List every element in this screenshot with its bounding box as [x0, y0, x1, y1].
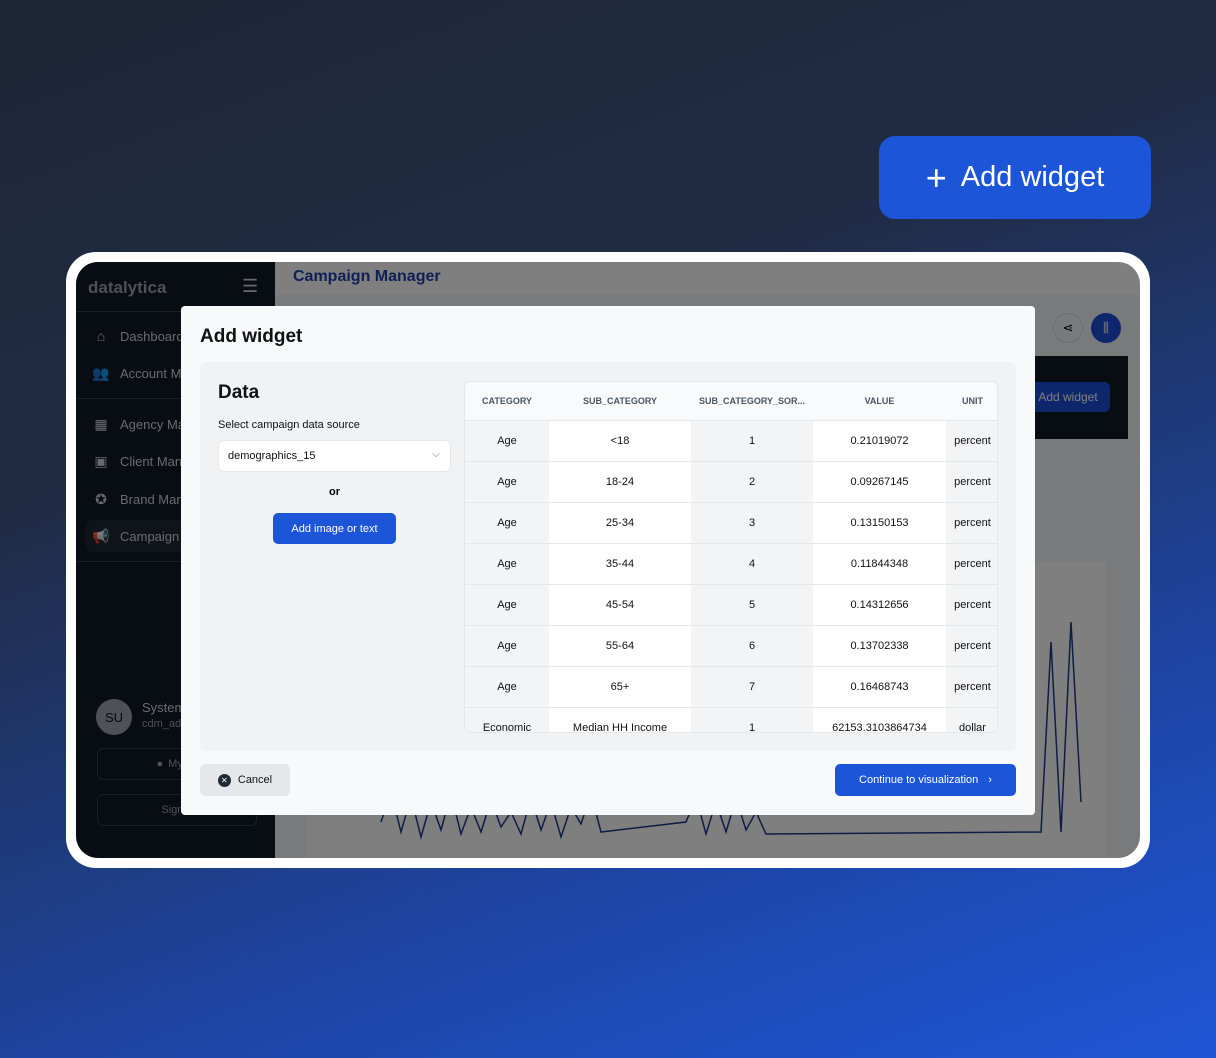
table-cell: dollar	[946, 707, 997, 732]
table-row: Age 45-54 5 0.14312656 percent	[465, 584, 997, 626]
table-cell: <18	[549, 420, 691, 462]
table-cell: 0.13150153	[813, 502, 946, 544]
table-cell: percent	[946, 420, 997, 462]
hero-add-widget-button[interactable]: + Add widget	[879, 136, 1151, 219]
chevron-right-icon: ›	[988, 774, 992, 786]
table-cell: 65+	[549, 666, 691, 708]
table-cell: 4	[691, 543, 813, 585]
cancel-button[interactable]: ✕ Cancel	[200, 764, 290, 796]
table-cell: 6	[691, 625, 813, 667]
table-row: Age 55-64 6 0.13702338 percent	[465, 625, 997, 667]
table-row: Age 65+ 7 0.16468743 percent	[465, 666, 997, 708]
table-cell: 0.09267145	[813, 461, 946, 503]
table-cell: 0.21019072	[813, 420, 946, 462]
chevron-down-icon: ⌵	[432, 449, 440, 460]
table-cell: 45-54	[549, 584, 691, 626]
modal-title: Add widget	[200, 326, 303, 347]
table-cell: Economic	[465, 707, 549, 732]
table-cell: percent	[946, 584, 997, 626]
table-cell: percent	[946, 502, 997, 544]
table-cell: 5	[691, 584, 813, 626]
table-cell: percent	[946, 666, 997, 708]
app-window: Campaign Manager ⋖ ⫼ Add widget datalyti…	[76, 262, 1140, 858]
table-row: Age 35-44 4 0.11844348 percent	[465, 543, 997, 585]
add-widget-modal: Add widget Data Select campaign data sou…	[181, 306, 1035, 815]
plus-icon: +	[925, 156, 947, 198]
close-circle-icon: ✕	[217, 773, 231, 787]
table-cell: percent	[946, 543, 997, 585]
table-cell: Age	[465, 502, 549, 544]
table-cell: 1	[691, 707, 813, 732]
section-title: Data	[218, 382, 260, 403]
table-cell: percent	[946, 461, 997, 503]
table-cell: 0.14312656	[813, 584, 946, 626]
table-cell: Age	[465, 420, 549, 462]
table-cell: 0.13702338	[813, 625, 946, 667]
column-header[interactable]: VALUE	[813, 382, 946, 421]
table-cell: Age	[465, 625, 549, 667]
table-cell: Age	[465, 543, 549, 585]
column-header[interactable]: UNIT	[946, 382, 997, 421]
table-cell: 62153.3103864734	[813, 707, 946, 732]
table-cell: Age	[465, 666, 549, 708]
table-cell: percent	[946, 625, 997, 667]
table-cell: 55-64	[549, 625, 691, 667]
table-cell: Median HH Income	[549, 707, 691, 732]
or-separator: or	[329, 486, 340, 498]
table-cell: 3	[691, 502, 813, 544]
table-cell: 1	[691, 420, 813, 462]
continue-to-visualization-button[interactable]: Continue to visualization ›	[835, 764, 1016, 796]
table-cell: 0.11844348	[813, 543, 946, 585]
table-cell: 2	[691, 461, 813, 503]
table-cell: 35-44	[549, 543, 691, 585]
table-cell: Age	[465, 584, 549, 626]
data-source-select[interactable]: demographics_15 ⌵	[218, 440, 451, 472]
table-row: Economic Median HH Income 1 62153.310386473…	[465, 707, 997, 732]
modal-body: Data Select campaign data source demogra…	[200, 362, 1016, 751]
column-header[interactable]: SUB_CATEGORY_SOR...	[691, 382, 813, 421]
table-cell: 0.16468743	[813, 666, 946, 708]
table-cell: 7	[691, 666, 813, 708]
table-cell: Age	[465, 461, 549, 503]
add-image-or-text-button[interactable]: Add image or text	[273, 513, 396, 544]
table-row: Age <18 1 0.21019072 percent	[465, 420, 997, 462]
data-preview-table[interactable]: CATEGORY SUB_CATEGORY SUB_CATEGORY_SOR... V…	[464, 381, 998, 733]
source-label: Select campaign data source	[218, 419, 360, 431]
table-row: Age 18-24 2 0.09267145 percent	[465, 461, 997, 503]
column-header[interactable]: CATEGORY	[465, 382, 549, 421]
table-cell: 18-24	[549, 461, 691, 503]
table-cell: 25-34	[549, 502, 691, 544]
column-header[interactable]: SUB_CATEGORY	[549, 382, 691, 421]
table-row: Age 25-34 3 0.13150153 percent	[465, 502, 997, 544]
